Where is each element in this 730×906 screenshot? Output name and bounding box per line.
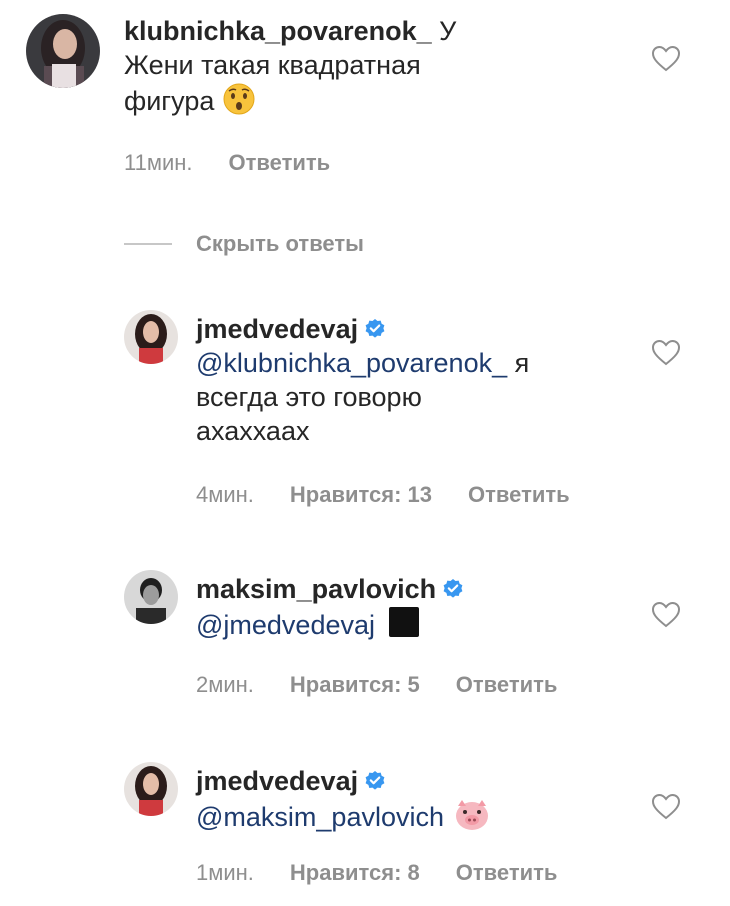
heart-icon[interactable] xyxy=(652,46,680,72)
verified-badge-icon xyxy=(365,771,385,790)
black-square-emoji xyxy=(383,606,423,648)
avatar[interactable] xyxy=(124,762,178,816)
comment-time: 4мин. xyxy=(196,482,254,507)
reply-button[interactable]: Ответить xyxy=(456,672,558,697)
comment-text-line: ахаххаах xyxy=(196,416,310,446)
comment-username[interactable]: jmedvedevaj xyxy=(196,766,358,796)
comment-time: 2мин. xyxy=(196,672,254,697)
avatar[interactable] xyxy=(124,310,178,364)
hide-replies-button[interactable]: Скрыть ответы xyxy=(196,231,364,257)
avatar[interactable] xyxy=(124,570,178,624)
heart-icon[interactable] xyxy=(652,794,680,820)
comment-text-line: Жени такая квадратная xyxy=(124,50,421,80)
comment-text: я xyxy=(514,348,530,378)
mention-link[interactable]: @klubnichka_povarenok_ xyxy=(196,348,507,378)
comment-text-line: фигура xyxy=(124,86,215,116)
reply-button[interactable]: Ответить xyxy=(229,150,331,175)
comment-text-line: всегда это говорю xyxy=(196,382,422,412)
reply-button[interactable]: Ответить xyxy=(468,482,570,507)
likes-count[interactable]: Нравится: 13 xyxy=(290,482,432,507)
likes-count[interactable]: Нравится: 5 xyxy=(290,672,420,697)
reply-button[interactable]: Ответить xyxy=(456,860,558,885)
likes-count[interactable]: Нравится: 8 xyxy=(290,860,420,885)
pig-face-emoji xyxy=(452,798,492,840)
avatar[interactable] xyxy=(26,14,100,88)
verified-badge-icon xyxy=(443,579,463,598)
replies-divider xyxy=(124,243,172,245)
verified-badge-icon xyxy=(365,319,385,338)
comment-username[interactable]: jmedvedevaj xyxy=(196,314,358,344)
heart-icon[interactable] xyxy=(652,602,680,628)
comment-username[interactable]: klubnichka_povarenok_ xyxy=(124,16,432,46)
avatar-image xyxy=(124,762,178,816)
hushed-face-emoji xyxy=(222,82,256,124)
mention-link[interactable]: @maksim_pavlovich xyxy=(196,802,444,832)
comment-time: 1мин. xyxy=(196,860,254,885)
mention-link[interactable]: @jmedvedevaj xyxy=(196,610,375,640)
avatar-image xyxy=(124,570,178,624)
avatar-image xyxy=(124,310,178,364)
avatar-image xyxy=(26,14,100,88)
comment-text: У xyxy=(439,16,457,46)
heart-icon[interactable] xyxy=(652,340,680,366)
comment-username[interactable]: maksim_pavlovich xyxy=(196,574,436,604)
comment-time: 11мин. xyxy=(124,150,193,175)
